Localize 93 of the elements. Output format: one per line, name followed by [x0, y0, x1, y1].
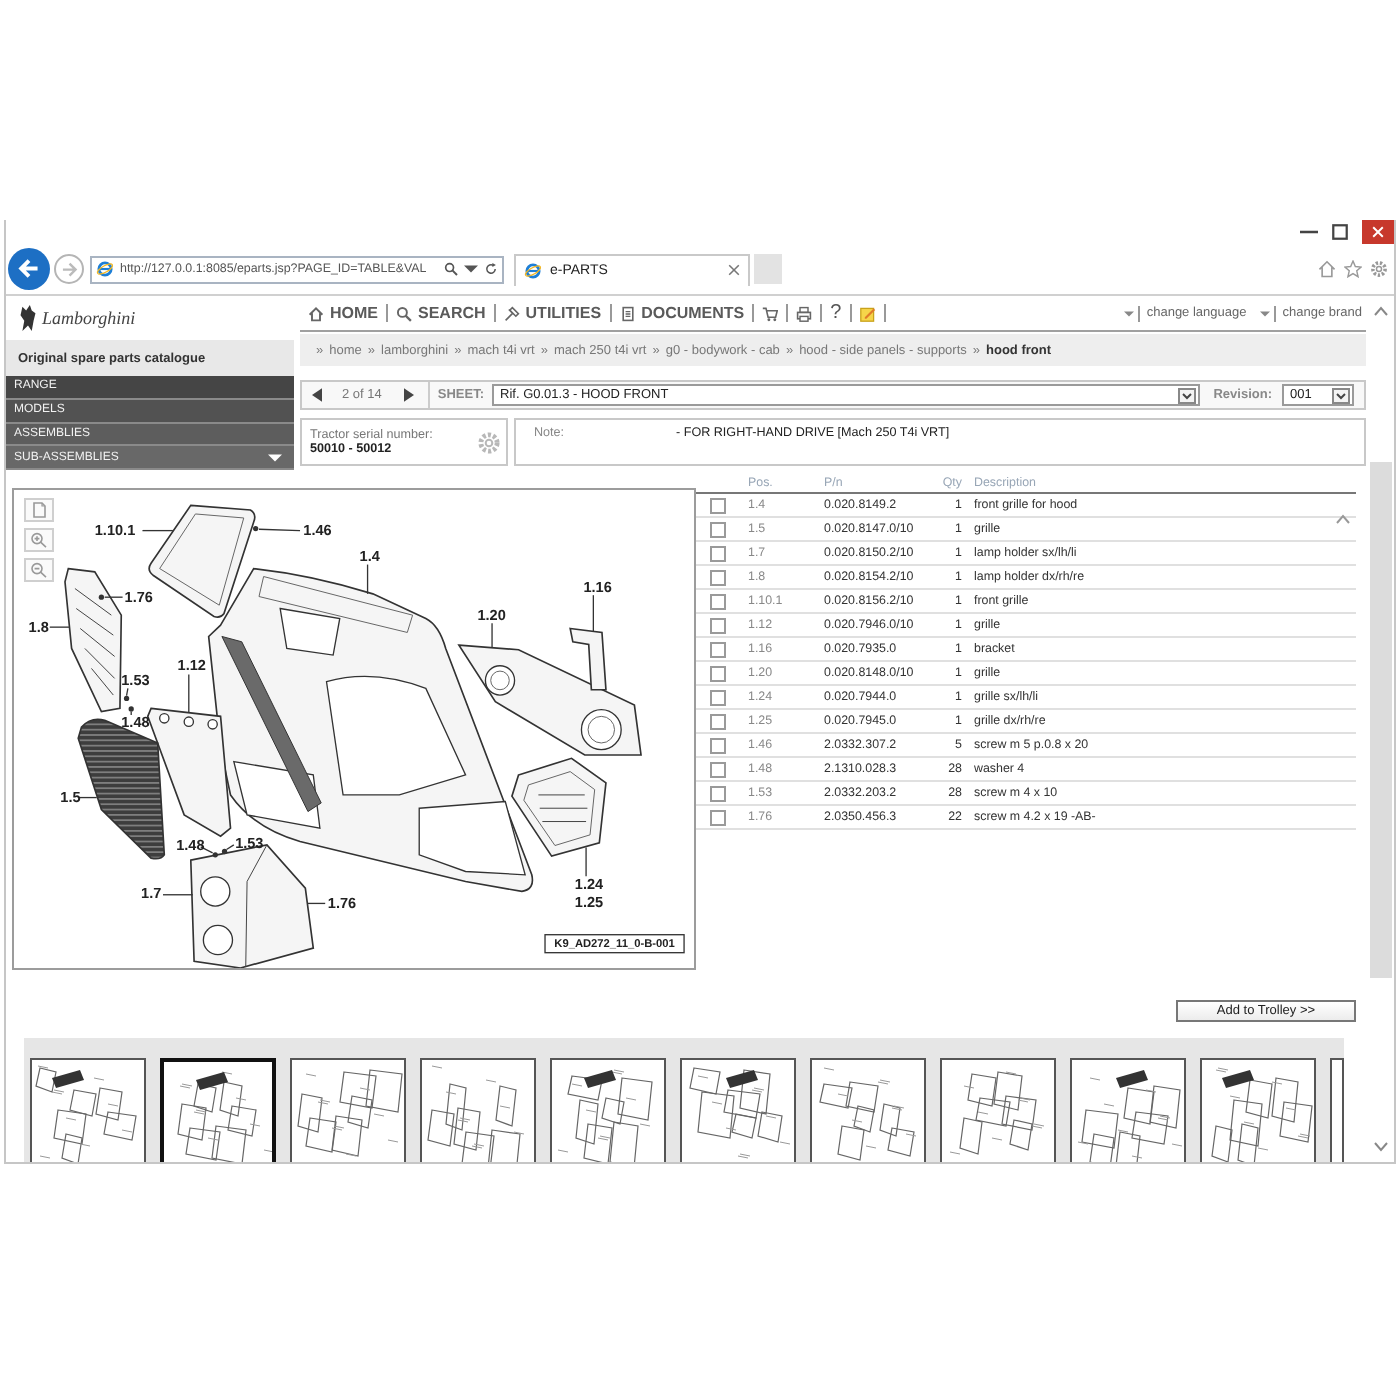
caret-down-icon	[268, 453, 282, 462]
nav-link[interactable]: SEARCH	[386, 304, 494, 322]
row-checkbox[interactable]	[710, 665, 726, 681]
next-icon[interactable]	[403, 388, 414, 402]
sheet-thumbnail[interactable]	[30, 1058, 146, 1162]
zoom-in-icon[interactable]	[24, 528, 54, 552]
fit-page-icon[interactable]	[24, 498, 54, 522]
sheet-thumbnail[interactable]	[1330, 1058, 1344, 1162]
help-link[interactable]: ?	[820, 304, 850, 322]
note-pencil-icon[interactable]	[859, 305, 876, 321]
printer-icon[interactable]	[796, 305, 813, 321]
close-button[interactable]	[1362, 220, 1394, 244]
sheet-thumbnail[interactable]	[160, 1058, 276, 1162]
chevron-down-icon[interactable]	[1177, 387, 1196, 403]
scroll-up-icon[interactable]	[1373, 306, 1387, 316]
arrow-left-icon	[18, 258, 40, 280]
leader-line	[307, 902, 326, 905]
row-checkbox[interactable]	[710, 737, 726, 753]
sheet-thumbnail[interactable]	[290, 1058, 406, 1162]
leader-line	[162, 894, 194, 896]
leader-line	[225, 844, 235, 851]
refresh-icon[interactable]	[484, 262, 498, 276]
settings-icon[interactable]	[1370, 260, 1388, 278]
sheet-thumbnail[interactable]	[680, 1058, 796, 1162]
leader-line	[78, 796, 98, 799]
row-checkbox[interactable]	[710, 761, 726, 777]
nav-link[interactable]: DOCUMENTS	[609, 304, 753, 322]
close-icon[interactable]	[728, 264, 740, 276]
leader-line	[49, 626, 70, 628]
row-checkbox[interactable]	[710, 713, 726, 729]
leader-line	[104, 596, 124, 598]
row-checkbox[interactable]	[710, 809, 726, 825]
leader-line	[366, 563, 369, 595]
row-checkbox[interactable]	[710, 593, 726, 609]
row-checkbox[interactable]	[710, 569, 726, 585]
nav-link[interactable]: HOME	[300, 304, 386, 322]
nav-link[interactable]: UTILITIES	[493, 304, 610, 322]
minimize-icon[interactable]	[1300, 230, 1318, 234]
row-checkbox[interactable]	[710, 545, 726, 561]
close-icon	[1372, 226, 1384, 238]
search-icon[interactable]	[444, 262, 458, 276]
mesh-grille-part	[77, 718, 166, 860]
tools-icon	[503, 305, 520, 321]
maximize-icon[interactable]	[1332, 224, 1348, 240]
sheet-thumbnail[interactable]	[940, 1058, 1056, 1162]
previous-icon[interactable]	[312, 388, 322, 402]
caret-down-icon[interactable]	[1260, 309, 1271, 317]
leader-line	[585, 846, 587, 877]
screw-part	[253, 525, 259, 532]
sheet-thumbnail[interactable]	[810, 1058, 926, 1162]
sheet-thumbnail[interactable]	[420, 1058, 536, 1162]
row-checkbox[interactable]	[710, 497, 726, 513]
leader-line	[125, 687, 129, 697]
sheet-thumbnail[interactable]	[1070, 1058, 1186, 1162]
screw-part	[98, 594, 105, 600]
scroll-down-icon[interactable]	[1373, 1142, 1387, 1152]
row-checkbox[interactable]	[710, 641, 726, 657]
logo-text: Lamborghini	[42, 308, 136, 328]
caret-down-icon[interactable]	[1124, 309, 1135, 317]
sheet-thumbnail[interactable]	[1200, 1058, 1316, 1162]
cart-icon[interactable]	[762, 305, 779, 321]
row-checkbox[interactable]	[710, 521, 726, 537]
inner-grille-part	[146, 707, 232, 838]
leader-line	[141, 529, 174, 532]
row-checkbox[interactable]	[710, 617, 726, 633]
gear-icon[interactable]	[478, 431, 500, 453]
sheet-thumbnail[interactable]	[550, 1058, 666, 1162]
browser-logo-icon	[96, 260, 114, 278]
browser-logo-icon	[524, 261, 542, 279]
document-icon	[619, 305, 636, 321]
leader-line	[200, 846, 214, 854]
scroll-thumb[interactable]	[1369, 462, 1391, 978]
back-button[interactable]	[8, 248, 50, 290]
side-grille-part	[511, 757, 607, 858]
scroll-up-icon[interactable]	[1336, 514, 1350, 524]
logo-emblem-icon	[18, 304, 38, 332]
leader-line	[491, 622, 493, 649]
row-checkbox[interactable]	[710, 689, 726, 705]
home-icon	[308, 305, 324, 321]
leader-line	[258, 528, 301, 532]
leader-line	[188, 673, 190, 714]
zoom-out-icon[interactable]	[24, 558, 54, 582]
forward-button[interactable]	[54, 254, 84, 284]
leader-line	[592, 594, 595, 632]
bracket-part	[569, 627, 607, 691]
star-icon[interactable]	[1344, 260, 1362, 278]
chevron-down-icon[interactable]	[1332, 387, 1350, 403]
search-icon	[396, 305, 412, 321]
leader-line	[130, 711, 132, 716]
home-icon[interactable]	[1318, 260, 1336, 278]
arrow-right-icon	[61, 261, 77, 277]
row-checkbox[interactable]	[710, 785, 726, 801]
caret-down-icon[interactable]	[464, 262, 478, 276]
